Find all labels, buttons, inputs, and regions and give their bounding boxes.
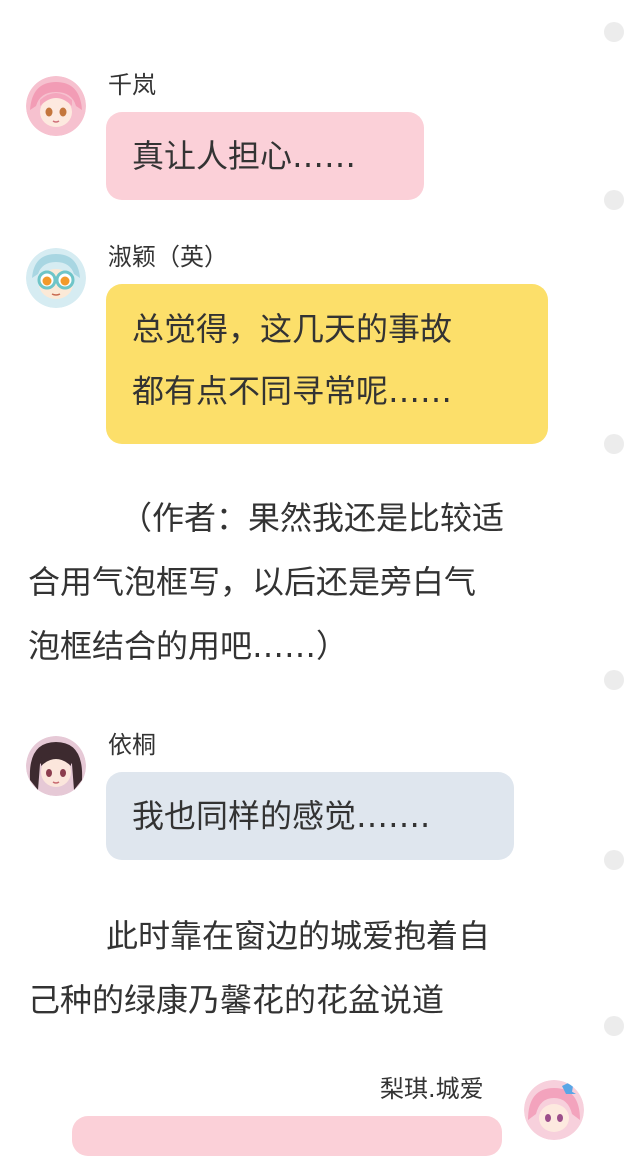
message-text-line: 都有点不同寻常呢…… [132, 372, 453, 410]
dark-haired-girl-avatar[interactable] [26, 736, 86, 796]
message-bubble[interactable]: 我也同样的感觉……. [106, 772, 514, 860]
narration-line: （作者：果然我还是比较适 [120, 499, 505, 537]
pink-haired-girl-avatar[interactable] [26, 76, 86, 136]
sender-name: 千岚 [108, 71, 156, 99]
sender-name: 梨琪.城爱 [380, 1075, 484, 1103]
message-text: 我也同样的感觉……. [132, 797, 431, 835]
narration-paragraph: （作者：果然我还是比较适 合用气泡框写，以后还是旁白气 泡框结合的用吧……） [28, 486, 576, 678]
narration-line: 泡框结合的用吧……） [28, 627, 349, 665]
narration-line: 己种的绿康乃馨花的花盆说道 [28, 981, 445, 1019]
scroll-marker-dot [604, 850, 624, 870]
scroll-marker-dot [604, 190, 624, 210]
pink-haired-blue-bow-avatar[interactable] [524, 1080, 584, 1140]
message-text-line: 总觉得，这几天的事故 [132, 310, 453, 348]
message-bubble[interactable]: 真让人担心…… [106, 112, 424, 200]
message-bubble-partial[interactable] [72, 1116, 502, 1156]
message-bubble[interactable]: 总觉得，这几天的事故 都有点不同寻常呢…… [106, 284, 548, 444]
scroll-marker-dot [604, 670, 624, 690]
narration-line: 此时靠在窗边的城爱抱着自 [106, 917, 491, 955]
scroll-marker-dot [604, 434, 624, 454]
scroll-marker-dot [604, 1016, 624, 1036]
sender-name: 依桐 [108, 731, 156, 759]
message-text: 真让人担心…… [132, 137, 357, 175]
sender-name: 淑颖（英） [108, 243, 228, 271]
goggles-character-avatar[interactable] [26, 248, 86, 308]
narration-line: 合用气泡框写，以后还是旁白气 [28, 563, 477, 601]
scroll-marker-dot [604, 22, 624, 42]
narration-paragraph: 此时靠在窗边的城爱抱着自 己种的绿康乃馨花的花盆说道 [28, 904, 576, 1032]
